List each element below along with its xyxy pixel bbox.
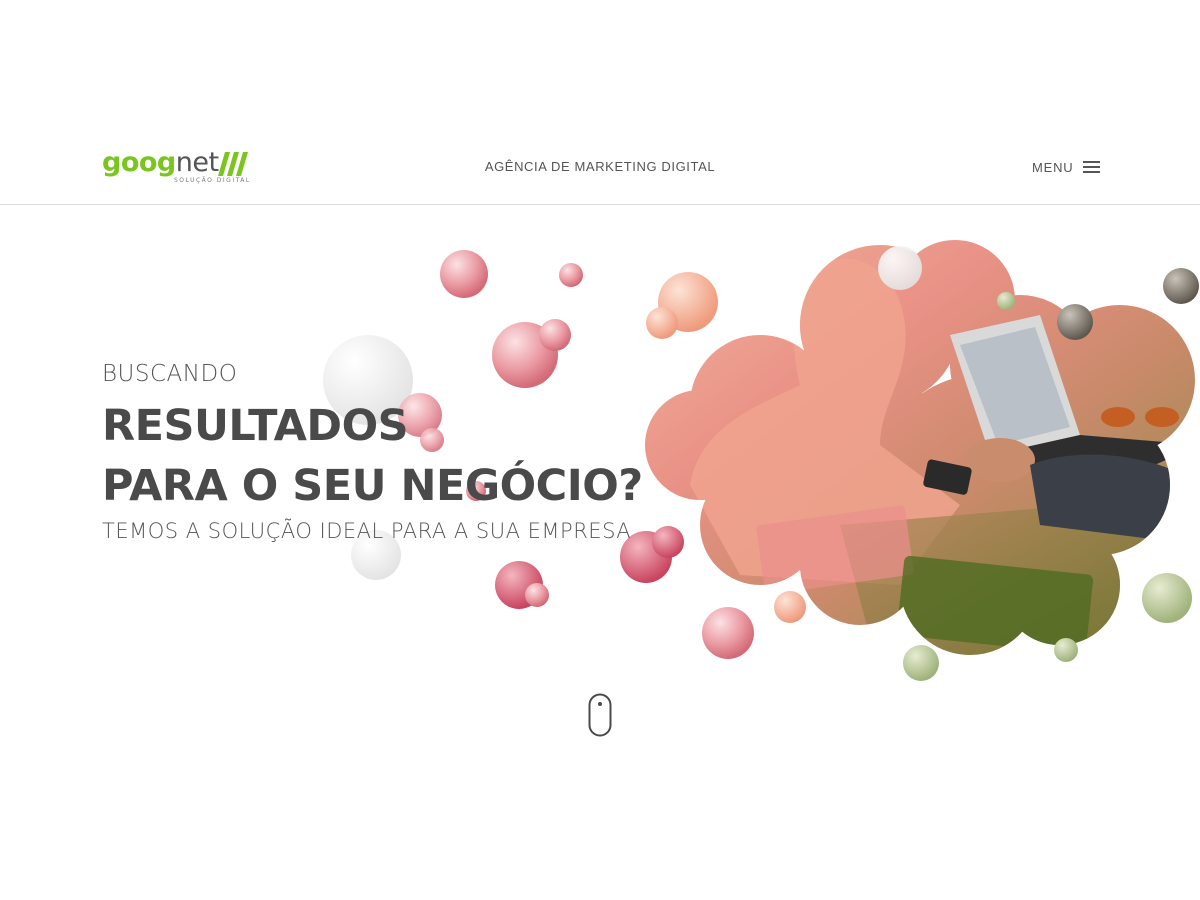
hamburger-icon [1083,161,1101,173]
hero-heading-line1: RESULTADOS [102,401,409,451]
page: goognet SOLUÇÃO DIGITAL AGÊNCIA DE MARKE… [0,0,1200,900]
mouse-scroll-icon[interactable] [588,693,612,737]
menu-label: MENU [1032,159,1074,175]
header-title: AGÊNCIA DE MARKETING DIGITAL [484,159,716,174]
menu-button[interactable]: MENU [1032,157,1101,177]
hero-subheading: TEMOS A SOLUÇÃO IDEAL PARA A SUA EMPRESA [102,519,632,543]
hero-heading-line2: PARA O SEU NEGÓCIO? [102,461,643,511]
site-header: goognet SOLUÇÃO DIGITAL AGÊNCIA DE MARKE… [0,130,1200,205]
hero-heading: RESULTADOS PARA O SEU NEGÓCIO? [102,396,722,516]
hero-eyebrow: BUSCANDO [102,361,238,387]
logo-tagline: SOLUÇÃO DIGITAL [174,177,251,184]
hero-text: BUSCANDO RESULTADOS PARA O SEU NEGÓCIO? … [102,358,722,546]
